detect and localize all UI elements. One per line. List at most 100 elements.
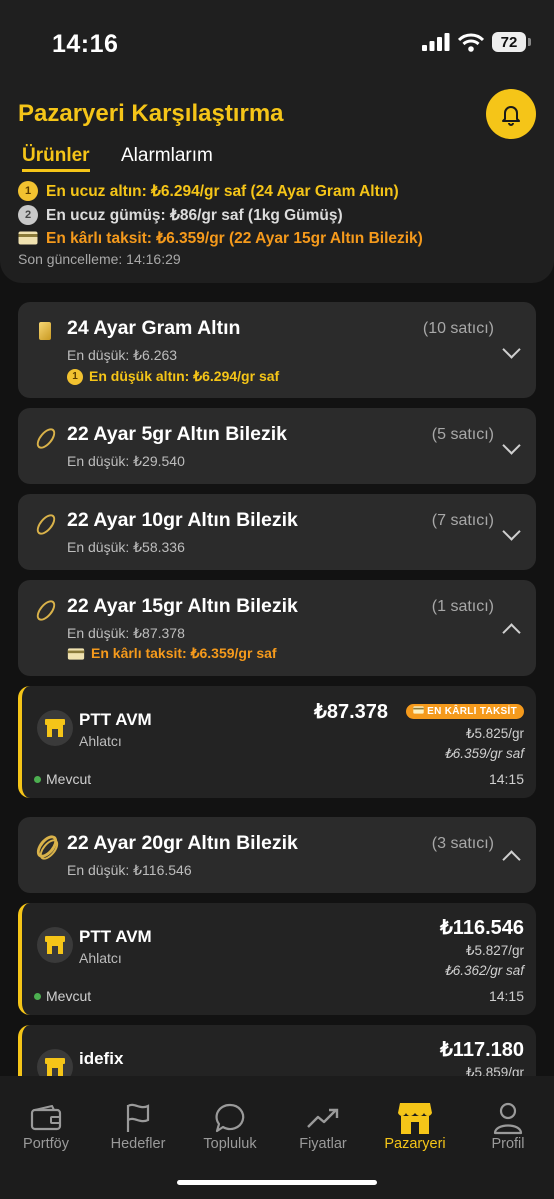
last-update: Son güncelleme: 14:16:29 xyxy=(18,251,181,267)
nav-marketplace[interactable]: Pazaryeri xyxy=(375,1100,455,1152)
nav-profile[interactable]: Profil xyxy=(468,1100,548,1152)
chevron-up-icon[interactable] xyxy=(502,850,521,869)
seller-count: (1 satıcı) xyxy=(431,598,494,615)
nav-community[interactable]: Topluluk xyxy=(190,1100,270,1152)
seller-row[interactable]: PTT AVM Ahlatcı ₺116.546 ₺5.827/gr ₺6.36… xyxy=(18,903,536,1015)
lowest-price: En düşük: ₺87.378 xyxy=(67,625,185,641)
update-time: 14:15 xyxy=(488,988,524,1004)
page-title: Pazaryeri Karşılaştırma xyxy=(18,100,284,127)
status-text: Mevcut xyxy=(46,771,92,787)
nav-label: Pazaryeri xyxy=(384,1136,446,1152)
credit-card-icon xyxy=(413,706,424,714)
product-tip: En kârlı taksit: ₺6.359/gr saf xyxy=(67,645,277,662)
nav-portfolio[interactable]: Portföy xyxy=(6,1100,86,1152)
status-text: Mevcut xyxy=(46,988,92,1004)
seller-price: ₺117.180 xyxy=(440,1039,524,1061)
home-indicator[interactable] xyxy=(177,1180,377,1185)
product-card[interactable]: 24 Ayar Gram Altın (10 satıcı) En düşük:… xyxy=(18,302,536,398)
product-tip-text: En düşük altın: ₺6.294/gr saf xyxy=(89,368,280,384)
trend-up-icon xyxy=(307,1108,339,1128)
nav-label: Topluluk xyxy=(203,1136,257,1152)
seller-count: (10 satıcı) xyxy=(422,320,494,337)
cheapest-gold-info: 1 En ucuz altın: ₺6.294/gr saf (24 Ayar … xyxy=(18,181,399,201)
product-title: 22 Ayar 10gr Altın Bilezik xyxy=(67,509,298,531)
bell-icon xyxy=(502,106,520,126)
seller-count: (5 satıcı) xyxy=(431,426,494,443)
nav-label: Fiyatlar xyxy=(299,1136,347,1152)
lowest-price: En düşük: ₺29.540 xyxy=(67,453,185,469)
price-per-gram-pure: ₺6.362/gr saf xyxy=(444,963,524,978)
chevron-down-icon[interactable] xyxy=(502,340,521,359)
price-per-gram: ₺5.825/gr xyxy=(465,726,524,741)
chevron-down-icon[interactable] xyxy=(502,522,521,541)
credit-card-icon xyxy=(18,228,38,248)
gold-bar-icon xyxy=(39,322,51,340)
bracelet-icon xyxy=(33,511,59,538)
seller-count: (3 satıcı) xyxy=(431,835,494,852)
availability-status: Mevcut xyxy=(34,771,91,787)
seller-name: idefix xyxy=(79,1049,124,1068)
signal-icon xyxy=(422,33,450,51)
person-icon xyxy=(493,1102,523,1135)
gold-medal-icon: 1 xyxy=(67,368,83,385)
lowest-price: En düşük: ₺58.336 xyxy=(67,539,185,555)
bracelet-icon xyxy=(33,597,59,624)
status-dot xyxy=(34,992,41,1000)
nav-label: Portföy xyxy=(23,1136,69,1152)
availability-status: Mevcut xyxy=(34,988,91,1004)
store-icon xyxy=(398,1103,432,1134)
seller-brand: Ahlatcı xyxy=(79,950,122,966)
lowest-price: En düşük: ₺116.546 xyxy=(67,862,192,878)
bracelet-icon xyxy=(36,836,62,863)
chevron-up-icon[interactable] xyxy=(502,623,521,642)
store-icon xyxy=(37,710,73,746)
product-tip-text: En kârlı taksit: ₺6.359/gr saf xyxy=(91,645,277,661)
cheapest-silver-info: 2 En ucuz gümüş: ₺86/gr saf (1kg Gümüş) xyxy=(18,205,343,225)
credit-card-icon xyxy=(67,647,85,660)
product-card[interactable]: 22 Ayar 15gr Altın Bilezik (1 satıcı) En… xyxy=(18,580,536,676)
cheapest-silver-text: En ucuz gümüş: ₺86/gr saf (1kg Gümüş) xyxy=(46,206,343,224)
tab-alarms[interactable]: Alarmlarım xyxy=(121,145,213,167)
chevron-down-icon[interactable] xyxy=(502,436,521,455)
product-card[interactable]: 22 Ayar 10gr Altın Bilezik (7 satıcı) En… xyxy=(18,494,536,570)
badge-text: EN KÂRLI TAKSİT xyxy=(427,706,517,717)
status-icons: 72 xyxy=(422,32,531,52)
seller-price: ₺87.378 xyxy=(314,701,388,723)
product-title: 24 Ayar Gram Altın xyxy=(67,317,241,339)
nav-prices[interactable]: Fiyatlar xyxy=(283,1100,363,1152)
cheapest-gold-text: En ucuz altın: ₺6.294/gr saf (24 Ayar Gr… xyxy=(46,182,399,200)
chat-bubble-icon xyxy=(215,1103,245,1133)
product-card[interactable]: 22 Ayar 20gr Altın Bilezik (3 satıcı) En… xyxy=(18,817,536,893)
nav-label: Profil xyxy=(491,1136,525,1152)
product-title: 22 Ayar 15gr Altın Bilezik xyxy=(67,595,298,617)
silver-medal-icon: 2 xyxy=(18,205,38,225)
best-installment-info: En kârlı taksit: ₺6.359/gr (22 Ayar 15gr… xyxy=(18,228,423,248)
product-title: 22 Ayar 20gr Altın Bilezik xyxy=(67,832,298,854)
gold-medal-icon: 1 xyxy=(18,181,38,201)
seller-row[interactable]: PTT AVM Ahlatcı ₺87.378 EN KÂRLI TAKSİT … xyxy=(18,686,536,798)
battery-icon: 72 xyxy=(492,32,531,52)
nav-label: Hedefler xyxy=(110,1136,166,1152)
seller-brand: Ahlatcı xyxy=(79,733,122,749)
product-card[interactable]: 22 Ayar 5gr Altın Bilezik (5 satıcı) En … xyxy=(18,408,536,484)
lowest-price: En düşük: ₺6.263 xyxy=(67,347,178,363)
update-time: 14:15 xyxy=(488,771,524,787)
seller-name: PTT AVM xyxy=(79,710,152,729)
price-per-gram: ₺5.827/gr xyxy=(465,943,524,958)
price-per-gram-pure: ₺6.359/gr saf xyxy=(444,746,524,761)
product-tip: 1 En düşük altın: ₺6.294/gr saf xyxy=(67,368,279,385)
best-installment-text: En kârlı taksit: ₺6.359/gr (22 Ayar 15gr… xyxy=(46,229,423,247)
tab-products[interactable]: Ürünler xyxy=(22,145,90,172)
notification-button[interactable] xyxy=(486,89,536,139)
nav-goals[interactable]: Hedefler xyxy=(98,1100,178,1152)
wifi-icon xyxy=(458,33,484,52)
wallet-icon xyxy=(30,1105,62,1131)
status-dot xyxy=(34,775,41,783)
status-time: 14:16 xyxy=(52,30,119,58)
seller-price: ₺116.546 xyxy=(440,917,524,939)
flag-icon xyxy=(126,1103,150,1132)
bracelet-icon xyxy=(33,425,59,452)
seller-count: (7 satıcı) xyxy=(431,512,494,529)
store-icon xyxy=(37,927,73,963)
product-title: 22 Ayar 5gr Altın Bilezik xyxy=(67,423,287,445)
